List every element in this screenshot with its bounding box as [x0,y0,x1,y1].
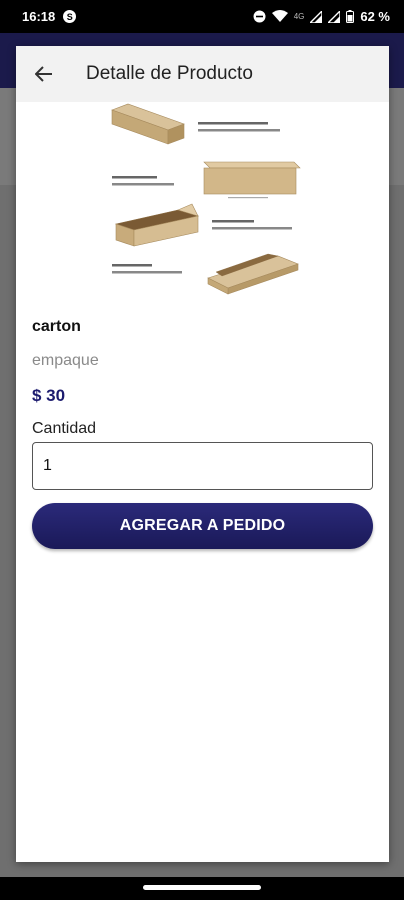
product-image [111,103,301,295]
battery-level: 62 % [360,9,390,24]
back-button[interactable] [32,62,56,86]
product-category: empaque [32,352,99,369]
status-left: 16:18 S [22,9,77,24]
signal-icon [310,10,323,23]
wifi-icon [271,10,288,22]
signal-icon-2 [328,10,341,23]
status-right: 4G 62 % [253,9,390,24]
status-time: 16:18 [22,9,56,24]
product-name: carton [32,318,81,335]
battery-icon [346,10,355,23]
s-badge-icon: S [63,10,77,23]
network-label: 4G [293,12,305,21]
status-bar: 16:18 S 4G 62 % [0,0,404,33]
dialog-header: Detalle de Producto [16,46,389,102]
navigation-bar [0,877,404,900]
dialog-title: Detalle de Producto [86,63,253,84]
quantity-label: Cantidad [32,420,97,437]
quantity-field[interactable] [32,442,373,490]
add-to-order-button[interactable]: AGREGAR A PEDIDO [32,503,373,549]
home-indicator[interactable] [143,885,261,890]
do-not-disturb-icon [253,10,266,23]
product-price: $ 30 [32,386,66,405]
arrow-left-icon [35,66,52,82]
product-detail-dialog: Detalle de Producto carton empaque $ 30 … [16,46,389,862]
